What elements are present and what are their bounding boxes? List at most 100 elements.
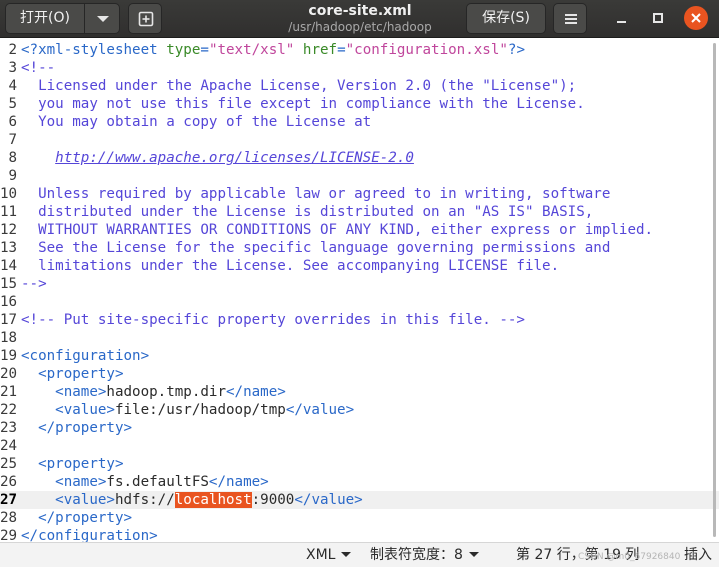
code-line[interactable]: 9 — [0, 167, 719, 185]
code-token: <!-- Put site-specific property override… — [21, 312, 525, 328]
code-token: <?xml-stylesheet — [21, 42, 167, 58]
line-content[interactable]: You may obtain a copy of the License at — [21, 113, 371, 131]
save-button[interactable]: 保存(S) — [466, 3, 546, 34]
code-line[interactable]: 28 </property> — [0, 509, 719, 527]
line-content[interactable]: <property> — [21, 365, 123, 383]
code-line[interactable]: 14 limitations under the License. See ac… — [0, 257, 719, 275]
code-line[interactable]: 10 Unless required by applicable law or … — [0, 185, 719, 203]
code-line[interactable]: 4 Licensed under the Apache License, Ver… — [0, 77, 719, 95]
line-content[interactable]: <value>hdfs://localhost:9000</value> — [21, 491, 363, 509]
line-number: 21 — [0, 384, 18, 400]
line-number: 10 — [0, 186, 18, 202]
code-token: You may obtain a copy of the License at — [21, 114, 372, 130]
code-line[interactable]: 24 — [0, 437, 719, 455]
selected-text: localhost — [174, 492, 252, 508]
code-line[interactable]: 23 </property> — [0, 419, 719, 437]
code-line[interactable]: 3 <!-- — [0, 59, 719, 77]
code-line[interactable]: 15 --> — [0, 275, 719, 293]
line-content[interactable]: See the License for the specific languag… — [21, 239, 610, 257]
open-button[interactable]: 打开(O) — [5, 3, 85, 34]
line-number: 29 — [0, 528, 18, 542]
window-title-area: core-site.xml /usr/hadoop/etc/hadoop — [240, 2, 480, 35]
line-content[interactable]: you may not use this file except in comp… — [21, 95, 585, 113]
hamburger-icon — [565, 14, 577, 16]
line-content[interactable]: <value>file:/usr/hadoop/tmp</value> — [21, 401, 354, 419]
code-token: See the License for the specific languag… — [21, 240, 611, 256]
tab-width-selector[interactable]: 制表符宽度：8 — [370, 547, 479, 564]
code-token: Unless required by applicable law or agr… — [21, 186, 611, 202]
open-menu-button[interactable] — [84, 3, 120, 34]
text-editor[interactable]: 2 <?xml-stylesheet type="text/xsl" href="… — [0, 39, 719, 542]
code-token: type — [166, 42, 201, 58]
line-content[interactable]: <configuration> — [21, 347, 149, 365]
code-line[interactable]: 27 <value>hdfs://localhost:9000</value> — [0, 491, 719, 509]
line-content[interactable]: <!-- Put site-specific property override… — [21, 311, 525, 329]
line-number: 17 — [0, 312, 18, 328]
tab-width-label: 制表符宽度：8 — [370, 547, 463, 563]
code-line[interactable]: 19 <configuration> — [0, 347, 719, 365]
file-path: /usr/hadoop/etc/hadoop — [288, 20, 432, 34]
line-content[interactable]: <?xml-stylesheet type="text/xsl" href="c… — [21, 41, 525, 59]
maximize-button[interactable] — [644, 4, 672, 32]
code-line[interactable]: 29 </configuration> — [0, 527, 719, 542]
code-line[interactable]: 21 <name>hadoop.tmp.dir</name> — [0, 383, 719, 401]
line-content[interactable]: <!-- — [21, 59, 55, 77]
line-content[interactable]: limitations under the License. See accom… — [21, 257, 559, 275]
line-number: 20 — [0, 366, 18, 382]
line-content[interactable]: </configuration> — [21, 527, 158, 542]
line-content[interactable]: </property> — [21, 509, 132, 527]
line-number: 28 — [0, 510, 18, 526]
language-selector[interactable]: XML — [306, 547, 352, 564]
code-line[interactable]: 20 <property> — [0, 365, 719, 383]
code-token: </value> — [285, 402, 355, 418]
line-content[interactable]: <name>fs.defaultFS</name> — [21, 473, 269, 491]
line-number: 2 — [8, 42, 17, 58]
code-line[interactable]: 12 WITHOUT WARRANTIES OR CONDITIONS OF A… — [0, 221, 719, 239]
code-line[interactable]: 13 See the License for the specific lang… — [0, 239, 719, 257]
line-number: 14 — [0, 258, 18, 274]
line-number: 6 — [8, 114, 17, 130]
code-line[interactable]: 6 You may obtain a copy of the License a… — [0, 113, 719, 131]
code-line[interactable]: 22 <value>file:/usr/hadoop/tmp</value> — [0, 401, 719, 419]
close-button[interactable] — [684, 6, 708, 30]
code-token: </property> — [21, 420, 133, 436]
line-content[interactable]: http://www.apache.org/licenses/LICENSE-2… — [21, 149, 414, 167]
code-line[interactable]: 7 — [0, 131, 719, 149]
language-label: XML — [306, 547, 336, 563]
line-content[interactable]: Unless required by applicable law or agr… — [21, 185, 610, 203]
code-line[interactable]: 26 <name>fs.defaultFS</name> — [0, 473, 719, 491]
line-number: 16 — [0, 294, 18, 310]
minimize-button[interactable] — [608, 4, 636, 32]
url-link[interactable]: http://www.apache.org/licenses/LICENSE-2… — [55, 150, 414, 166]
code-token: you may not use this file except in comp… — [21, 96, 585, 112]
line-content[interactable]: distributed under the License is distrib… — [21, 203, 593, 221]
code-line[interactable]: 2 <?xml-stylesheet type="text/xsl" href="… — [0, 41, 719, 59]
line-number: 18 — [0, 330, 18, 346]
watermark: CSDN @m0_67926840 — [578, 552, 681, 562]
menu-button[interactable] — [553, 3, 587, 34]
line-content[interactable]: </property> — [21, 419, 132, 437]
new-tab-button[interactable] — [128, 3, 162, 34]
code-token: <name> — [21, 474, 107, 490]
insert-mode[interactable]: 插入 — [684, 547, 712, 564]
code-line[interactable]: 17 <!-- Put site-specific property overri… — [0, 311, 719, 329]
line-content[interactable]: <name>hadoop.tmp.dir</name> — [21, 383, 286, 401]
code-token: <value> — [21, 492, 115, 508]
line-content[interactable]: --> — [21, 275, 47, 293]
line-number: 26 — [0, 474, 18, 490]
hamburger-icon-bar — [565, 22, 577, 24]
line-content[interactable]: <property> — [21, 455, 123, 473]
line-number: 23 — [0, 420, 18, 436]
vertical-scrollbar[interactable] — [713, 43, 716, 537]
line-content[interactable]: Licensed under the Apache License, Versi… — [21, 77, 576, 95]
code-line[interactable]: 25 <property> — [0, 455, 719, 473]
code-line[interactable]: 11 distributed under the License is dist… — [0, 203, 719, 221]
status-bar: XML 制表符宽度：8 第 27 行，第 19 列 CSDN @m0_67926… — [0, 542, 719, 567]
line-content[interactable]: WITHOUT WARRANTIES OR CONDITIONS OF ANY … — [21, 221, 653, 239]
code-line[interactable]: 18 — [0, 329, 719, 347]
code-line[interactable]: 5 you may not use this file except in co… — [0, 95, 719, 113]
code-token: WITHOUT WARRANTIES OR CONDITIONS OF ANY … — [21, 222, 654, 238]
code-line[interactable]: 16 — [0, 293, 719, 311]
code-line[interactable]: 8 http://www.apache.org/licenses/LICENSE… — [0, 149, 719, 167]
